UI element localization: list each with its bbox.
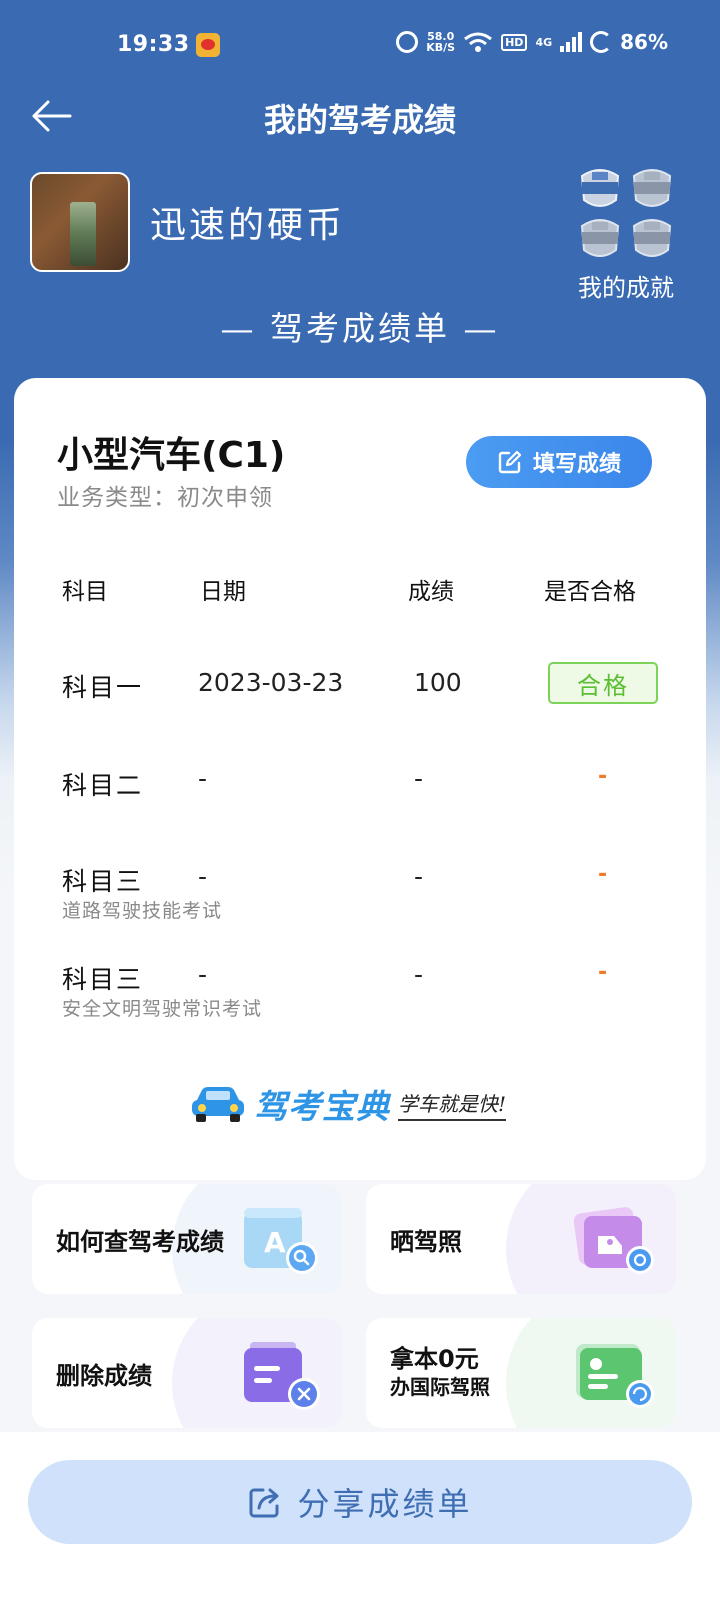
row-subtitle: 安全文明驾驶常识考试 — [62, 998, 263, 1020]
fill-score-button[interactable]: 填写成绩 — [466, 436, 652, 488]
share-icon — [249, 1488, 279, 1518]
tile-label: 删除成绩 — [56, 1362, 152, 1390]
tile-label-line1: 拿本0元 — [390, 1345, 479, 1373]
business-type: 业务类型：初次申领 — [57, 485, 273, 511]
report-heading: — 驾考成绩单 — — [220, 309, 500, 348]
brand-logo: 驾考宝典 学车就是快! — [190, 1080, 507, 1128]
brand-name: 驾考宝典 — [254, 1087, 390, 1126]
column-header-subject: 科目 — [62, 579, 108, 605]
network-type-label: 4G — [535, 35, 553, 49]
show-license-tile[interactable]: 晒驾照 — [366, 1184, 676, 1294]
row-passed: 合格 — [548, 662, 658, 704]
car-logo-icon — [192, 1087, 244, 1122]
username: 迅速的硬币 — [150, 205, 346, 246]
battery-icon — [590, 31, 613, 53]
tile-label-line2: 办国际驾照 — [390, 1375, 490, 1399]
tile-label: 如何查驾考成绩 — [56, 1228, 224, 1256]
fill-score-label: 填写成绩 — [532, 452, 621, 477]
row-passed: - — [598, 960, 608, 985]
achievement-badge-icon — [580, 219, 620, 257]
avatar[interactable] — [30, 172, 130, 272]
row-date: - — [198, 862, 208, 891]
status-time: 19:33 — [117, 32, 190, 57]
search-document-icon: A — [244, 1208, 318, 1274]
tile-label: 晒驾照 — [390, 1228, 462, 1256]
share-label: 分享成绩单 — [297, 1485, 473, 1523]
network-speed: 58.0 KB/S — [426, 31, 455, 53]
achievement-badge-icon — [632, 169, 672, 207]
license-type: 小型汽车(C1) — [57, 435, 286, 476]
column-header-passed: 是否合格 — [544, 579, 636, 605]
svg-text:A: A — [264, 1226, 286, 1259]
row-score: 100 — [414, 668, 462, 697]
row-subtitle: 道路驾驶技能考试 — [62, 900, 223, 922]
row-score: - — [414, 960, 424, 989]
signal-icon — [560, 32, 583, 52]
row-score: - — [414, 862, 424, 891]
row-subject: 科目二 — [62, 771, 144, 800]
international-license-tile[interactable]: 拿本0元 办国际驾照 — [366, 1318, 676, 1428]
achievements-label[interactable]: 我的成就 — [566, 268, 686, 303]
row-subject: 科目三 — [62, 965, 144, 994]
row-passed: - — [598, 764, 608, 789]
status-icons: 58.0 KB/S HD 4G 86% — [396, 30, 668, 54]
delete-score-tile[interactable]: 删除成绩 — [32, 1318, 342, 1428]
wifi-icon — [464, 32, 493, 52]
row-subject: 科目三 — [62, 867, 144, 896]
score-report-card: 小型汽车(C1) 业务类型：初次申领 填写成绩 科目 日期 成绩 是否合格 科目… — [14, 378, 706, 1180]
hd-voice-icon: HD — [501, 33, 528, 51]
row-passed: - — [598, 862, 608, 887]
tile-label: 拿本0元 办国际驾照 — [390, 1344, 490, 1400]
achievement-badge-icon — [632, 219, 672, 257]
column-header-date: 日期 — [200, 579, 246, 605]
row-date: - — [198, 960, 208, 989]
network-speed-unit: KB/S — [426, 41, 456, 54]
pass-status-badge: 合格 — [548, 662, 658, 704]
achievement-badge-icon — [580, 169, 620, 207]
row-score: - — [414, 764, 424, 793]
achievements-badges[interactable] — [572, 166, 680, 262]
how-to-check-score-tile[interactable]: 如何查驾考成绩 A — [32, 1184, 342, 1294]
page-title: 我的驾考成绩 — [263, 101, 456, 139]
row-date: 2023-03-23 — [198, 668, 344, 697]
alarm-icon — [396, 31, 419, 53]
column-header-score: 成绩 — [408, 579, 454, 605]
status-bar: 19:33 58.0 KB/S HD 4G 86% — [0, 0, 720, 92]
row-subject: 科目一 — [62, 673, 144, 702]
edit-icon — [498, 450, 522, 474]
delete-record-icon — [244, 1342, 320, 1410]
brand-slogan: 学车就是快! — [398, 1088, 507, 1121]
row-date: - — [198, 764, 208, 793]
weibo-notification-icon — [196, 33, 220, 57]
share-report-button[interactable]: 分享成绩单 — [28, 1460, 692, 1544]
international-license-icon — [576, 1344, 654, 1408]
battery-percent: 86% — [620, 30, 668, 54]
photo-share-icon — [574, 1207, 654, 1274]
